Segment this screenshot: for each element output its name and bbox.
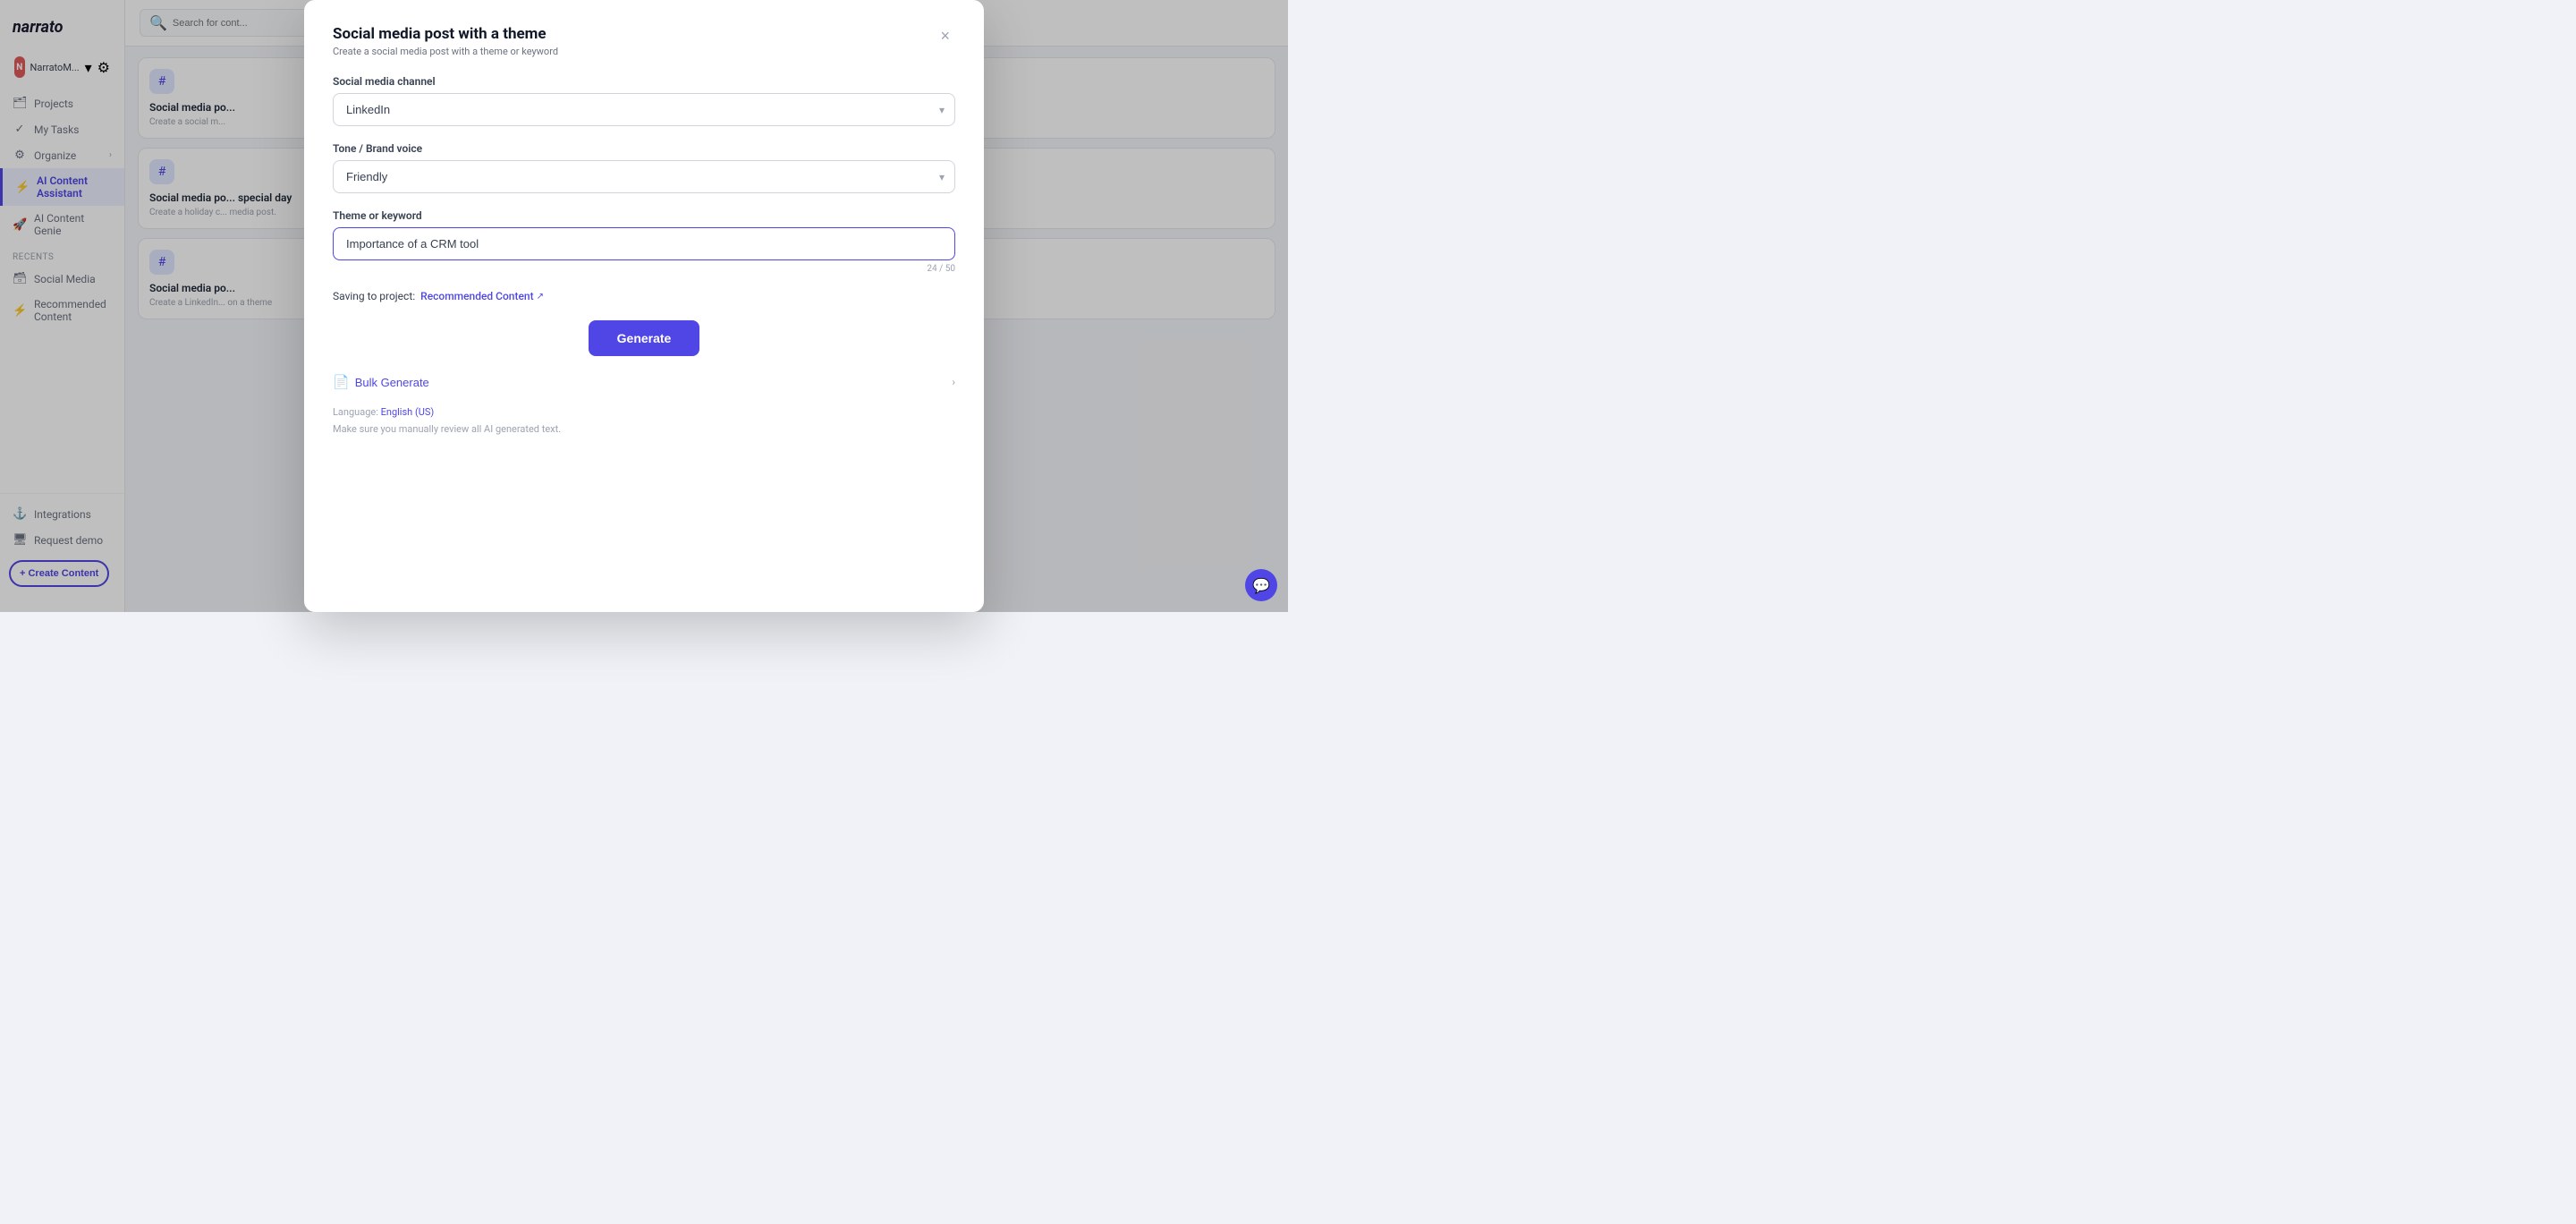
- modal-overlay: Social media post with a theme Create a …: [0, 0, 1288, 612]
- chevron-right-icon: ›: [952, 376, 955, 388]
- copy-icon: 📄: [333, 374, 350, 390]
- modal-title: Social media post with a theme: [333, 25, 558, 43]
- social-media-channel-select[interactable]: LinkedIn Twitter Facebook Instagram: [333, 93, 955, 126]
- generate-button-row: Generate: [333, 320, 955, 356]
- external-link-icon: ↗: [537, 292, 544, 302]
- bulk-generate-button[interactable]: 📄 Bulk Generate: [333, 374, 429, 390]
- saving-project-name: Recommended Content: [420, 290, 533, 302]
- char-count: 24 / 50: [333, 264, 955, 274]
- tone-brand-voice-label: Tone / Brand voice: [333, 142, 955, 155]
- language-row: Language: English (US): [333, 406, 955, 418]
- language-label: Language:: [333, 406, 378, 418]
- tone-brand-voice-select[interactable]: Friendly Professional Casual Formal: [333, 160, 955, 193]
- chat-icon: 💬: [1252, 577, 1270, 594]
- tone-brand-voice-field: Tone / Brand voice Friendly Professional…: [333, 142, 955, 193]
- modal-header: Social media post with a theme Create a …: [333, 25, 955, 57]
- theme-keyword-input[interactable]: [333, 227, 955, 260]
- bulk-generate-row: 📄 Bulk Generate ›: [333, 374, 955, 390]
- theme-keyword-label: Theme or keyword: [333, 209, 955, 222]
- social-media-channel-field: Social media channel LinkedIn Twitter Fa…: [333, 75, 955, 126]
- modal-subtitle: Create a social media post with a theme …: [333, 46, 558, 57]
- close-button[interactable]: ×: [935, 25, 955, 47]
- generate-button[interactable]: Generate: [589, 320, 700, 356]
- disclaimer-text: Make sure you manually review all AI gen…: [333, 423, 955, 435]
- language-link[interactable]: English (US): [381, 406, 435, 418]
- tone-brand-voice-select-wrapper: Friendly Professional Casual Formal ▾: [333, 160, 955, 193]
- theme-keyword-field: Theme or keyword 24 / 50: [333, 209, 955, 274]
- social-media-channel-label: Social media channel: [333, 75, 955, 88]
- modal-dialog: Social media post with a theme Create a …: [304, 0, 984, 612]
- bulk-generate-label: Bulk Generate: [355, 376, 429, 389]
- saving-project-link[interactable]: Recommended Content ↗: [420, 290, 544, 302]
- modal-title-area: Social media post with a theme Create a …: [333, 25, 558, 57]
- saving-to-project-row: Saving to project: Recommended Content ↗: [333, 290, 955, 302]
- social-media-channel-select-wrapper: LinkedIn Twitter Facebook Instagram ▾: [333, 93, 955, 126]
- saving-to-project-label: Saving to project:: [333, 290, 415, 302]
- chat-support-button[interactable]: 💬: [1245, 569, 1277, 601]
